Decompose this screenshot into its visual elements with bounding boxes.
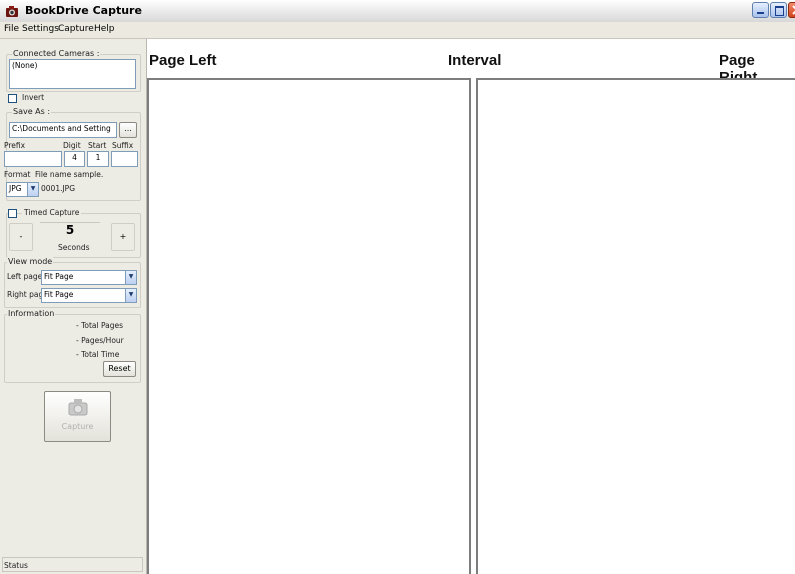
status-bar: Status (2, 557, 143, 572)
format-select[interactable]: JPG ▼ (6, 182, 39, 197)
page-left-heading: Page Left (149, 52, 217, 69)
browse-button[interactable]: ... (119, 122, 137, 138)
suffix-label: Suffix (112, 141, 134, 150)
invert-checkbox[interactable] (8, 94, 17, 103)
left-page-view-select[interactable]: Fit Page ▼ (41, 270, 137, 285)
close-button[interactable] (788, 2, 795, 18)
interval-heading: Interval (448, 52, 502, 69)
right-page-view-value: Fit Page (44, 290, 74, 299)
menu-settings[interactable]: Settings (22, 24, 59, 34)
timer-unit: Seconds (58, 243, 90, 252)
right-page-view[interactable] (476, 78, 795, 574)
pages-per-hour-label: - Pages/Hour (76, 336, 124, 345)
file-name-sample-label: File name sample. (35, 170, 104, 179)
timed-capture-checkbox[interactable] (8, 209, 17, 218)
window-title: BookDrive Capture (25, 4, 142, 17)
left-page-view[interactable] (147, 78, 471, 574)
left-page-label: Left page (7, 272, 43, 281)
prefix-field[interactable] (4, 151, 62, 167)
menu-file[interactable]: File (4, 24, 19, 34)
connected-cameras-label: Connected Cameras : (12, 49, 101, 58)
chevron-down-icon[interactable]: ▼ (125, 289, 136, 302)
save-path-field[interactable]: C:\Documents and Setting (9, 122, 117, 138)
control-panel: Connected Cameras : (None) Invert Save A… (0, 39, 147, 574)
save-as-label: Save As : (12, 107, 52, 116)
chevron-down-icon[interactable]: ▼ (27, 183, 38, 196)
maximize-button[interactable] (770, 2, 787, 18)
timer-decrease-button[interactable]: - (9, 223, 33, 251)
file-name-sample-value: 0001.JPG (41, 184, 76, 193)
total-time-label: - Total Time (76, 350, 120, 359)
title-bar[interactable]: BookDrive Capture (0, 0, 795, 22)
capture-button-label: Capture (61, 422, 94, 431)
menu-capture[interactable]: Capture (58, 24, 94, 34)
reset-button[interactable]: Reset (103, 361, 136, 377)
format-label: Format (4, 170, 31, 179)
timed-capture-label: Timed Capture (22, 208, 82, 217)
timer-value: 5 (40, 222, 100, 243)
menu-help[interactable]: Help (94, 24, 115, 34)
information-label: Information (7, 309, 56, 318)
prefix-label: Prefix (4, 141, 26, 150)
status-label: Status (4, 561, 28, 570)
minimize-icon (757, 12, 764, 14)
app-camera-icon (6, 6, 18, 17)
capture-button[interactable]: Capture (44, 391, 111, 442)
menu-bar: File Settings Capture Help (0, 22, 795, 39)
left-page-view-value: Fit Page (44, 272, 74, 281)
camera-icon (68, 399, 88, 416)
chevron-down-icon[interactable]: ▼ (125, 271, 136, 284)
digit-field[interactable]: 4 (64, 151, 85, 167)
suffix-field[interactable] (111, 151, 138, 167)
app-window: BookDrive Capture File Settings Capture … (0, 0, 795, 574)
maximize-icon (775, 6, 784, 16)
total-pages-label: - Total Pages (76, 321, 124, 330)
invert-label: Invert (22, 93, 45, 102)
digit-label: Digit (63, 141, 81, 150)
timer-increase-button[interactable]: + (111, 223, 135, 251)
right-page-view-select[interactable]: Fit Page ▼ (41, 288, 137, 303)
start-field[interactable]: 1 (87, 151, 109, 167)
format-select-value: JPG (9, 184, 22, 193)
connected-cameras-list[interactable]: (None) (9, 59, 136, 89)
view-mode-label: View mode (7, 257, 54, 266)
start-label: Start (88, 141, 107, 150)
minimize-button[interactable] (752, 2, 769, 18)
